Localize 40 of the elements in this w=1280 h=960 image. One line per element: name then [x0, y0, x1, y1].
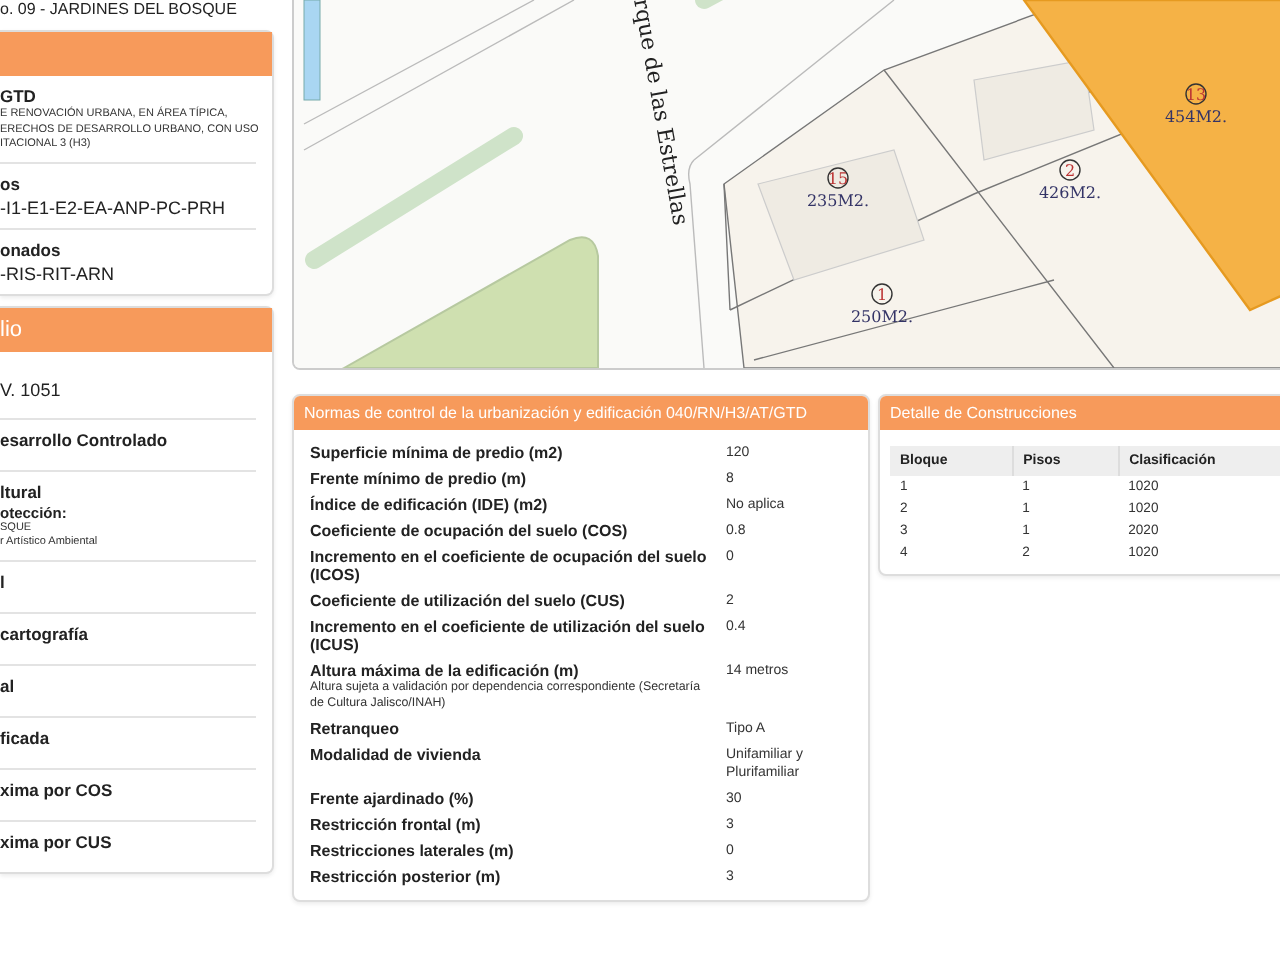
field-value: -I1-E1-E2-EA-ANP-PC-PRH [0, 195, 228, 219]
lot-number: 13 [1185, 86, 1207, 104]
lot-number: 2 [1064, 162, 1076, 180]
norm-label: Frente mínimo de predio (m) [310, 470, 529, 488]
field-label: xima por CUS [0, 831, 114, 853]
field-label: ficada [0, 727, 52, 749]
norm-label: Superficie mínima de predio (m2) [310, 444, 565, 462]
lot-number: 15 [827, 170, 849, 188]
field-label: xima por COS [0, 779, 115, 801]
norm-label: Restricción frontal (m) [310, 816, 483, 834]
norm-label: Incremento en el coeficiente de ocupación del suelo (ICOS) [310, 548, 709, 584]
norm-label: Frente ajardinado (%) [310, 790, 476, 808]
field-value: V. 1051 [0, 377, 63, 401]
field-label: esarrollo Controlado [0, 429, 170, 451]
lot-number: 1 [876, 286, 888, 304]
field-label: cartografía [0, 623, 90, 645]
lot-area: 454M2. [1164, 108, 1228, 126]
norm-label: Coeficiente de utilización del suelo (CUS) [310, 592, 627, 610]
norm-label: Restricción posterior (m) [310, 868, 503, 886]
field-label: onados [0, 239, 63, 261]
lot-area: 235M2. [806, 192, 870, 210]
norm-label: Incremento en el coeficiente de utilización del suelo (ICUS) [310, 618, 707, 654]
location-text: o. 09 - JARDINES DEL BOSQUE [0, 0, 239, 20]
norm-label: Retranqueo [310, 720, 401, 738]
panel-header: Detalle de Construcciones [880, 396, 1280, 430]
field-label: os [0, 173, 22, 195]
norm-label: Restricciones laterales (m) [310, 842, 516, 860]
lot-area: 426M2. [1038, 184, 1102, 202]
field-label: ltural [0, 481, 44, 503]
norm-label: Modalidad de vivienda [310, 746, 483, 764]
field-label: al [0, 675, 17, 697]
field-label: GTD [0, 86, 38, 106]
field-value: -RIS-RIT-ARN [0, 261, 116, 285]
norm-label: Altura máxima de la edificación (m) [310, 662, 581, 680]
norm-label: Coeficiente de ocupación del suelo (COS) [310, 522, 630, 540]
norm-label: Índice de edificación (IDE) (m2) [310, 496, 550, 514]
card-header: lio [0, 307, 272, 351]
panel-header: Normas de control de la urbanización y edificación 040/RN/H3/AT/GTD [294, 396, 868, 430]
lot-area: 250M2. [850, 308, 914, 326]
field-label: l [0, 571, 7, 593]
